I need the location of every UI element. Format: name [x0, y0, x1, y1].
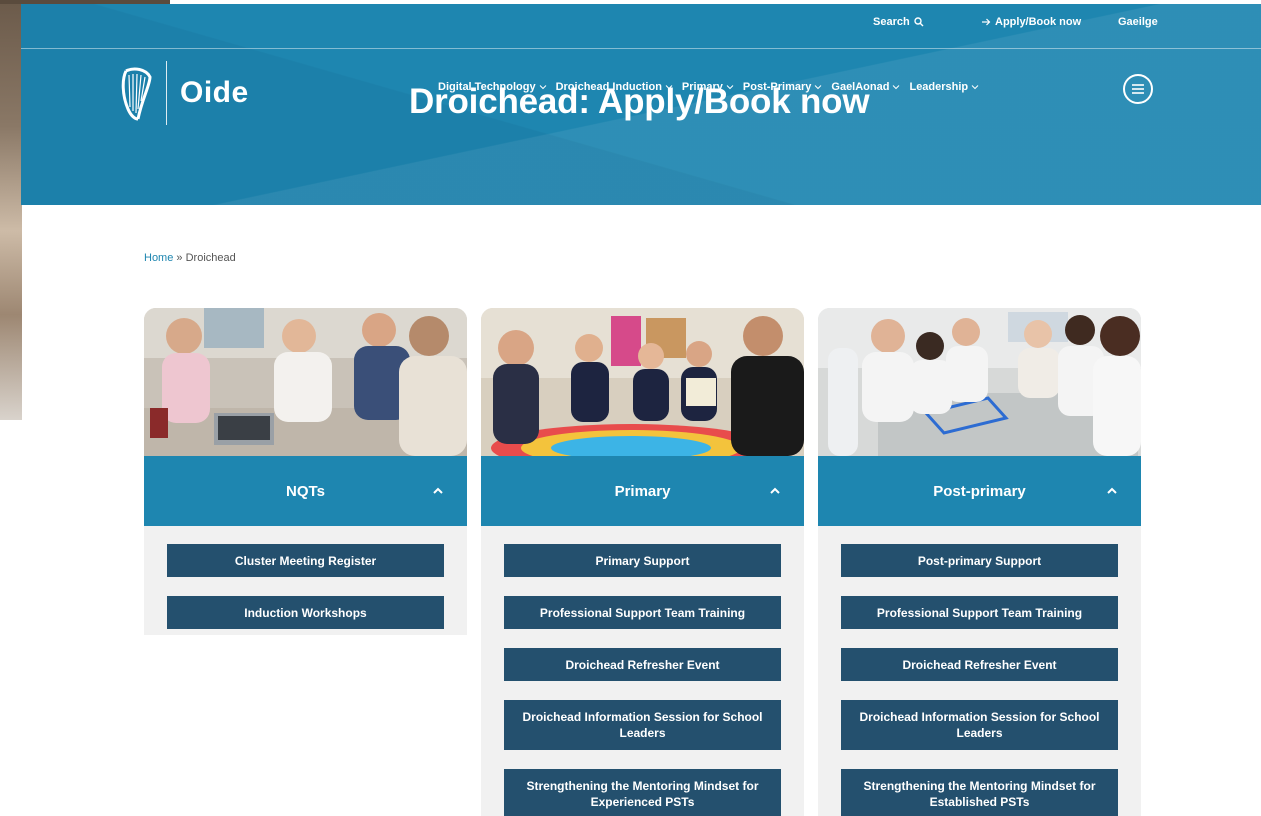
- cluster-meeting-register-button[interactable]: Cluster Meeting Register: [167, 544, 444, 577]
- card-title: NQTs: [286, 482, 325, 500]
- mentoring-mindset-experienced-psts-button[interactable]: Strengthening the Mentoring Mindset for …: [504, 769, 781, 816]
- search-link[interactable]: Search: [873, 16, 924, 28]
- information-session-school-leaders-button[interactable]: Droichead Information Session for School…: [504, 700, 781, 750]
- chevron-down-icon: [815, 85, 822, 90]
- arrow-right-icon: [982, 18, 991, 26]
- language-link[interactable]: Gaeilge: [1118, 16, 1158, 28]
- logo-divider: [166, 61, 167, 125]
- primary-support-button[interactable]: Primary Support: [504, 544, 781, 577]
- induction-workshops-button[interactable]: Induction Workshops: [167, 596, 444, 629]
- chevron-up-icon: [770, 487, 780, 494]
- card-photo-post-primary: [818, 308, 1141, 456]
- search-icon: [914, 17, 924, 27]
- information-session-school-leaders-button[interactable]: Droichead Information Session for School…: [841, 700, 1118, 750]
- card-body-nqts: Cluster Meeting Register Induction Works…: [144, 526, 467, 635]
- card-primary: Primary Primary Support Professional Sup…: [481, 308, 804, 816]
- chevron-up-icon: [1107, 487, 1117, 494]
- card-title: Primary: [614, 482, 671, 500]
- hamburger-menu-icon: [1132, 84, 1144, 94]
- chevron-up-icon: [433, 487, 443, 494]
- breadcrumb: Home » Droichead: [144, 252, 236, 264]
- card-body-primary: Primary Support Professional Support Tea…: [481, 526, 804, 816]
- post-primary-support-button[interactable]: Post-primary Support: [841, 544, 1118, 577]
- card-photo-primary: [481, 308, 804, 456]
- site-header: Search Apply/Book now Gaeilge Oide Droic…: [21, 4, 1261, 205]
- logo-text: Oide: [180, 76, 249, 109]
- search-label: Search: [873, 16, 910, 28]
- card-title: Post-primary: [933, 482, 1026, 500]
- nav-item-droichead-induction[interactable]: Droichead Induction: [556, 81, 673, 93]
- professional-support-team-training-button[interactable]: Professional Support Team Training: [841, 596, 1118, 629]
- chevron-down-icon: [539, 85, 546, 90]
- chevron-down-icon: [893, 85, 900, 90]
- utility-bar: Search Apply/Book now Gaeilge: [21, 4, 1261, 49]
- apply-book-link[interactable]: Apply/Book now: [981, 16, 1081, 28]
- teachers-meeting-photo: [144, 308, 467, 456]
- nav-item-gaelaonad[interactable]: GaelAonad: [831, 81, 900, 93]
- main-nav: Digital Technology Droichead Induction P…: [438, 81, 979, 93]
- card-header-primary[interactable]: Primary: [481, 456, 804, 526]
- nav-item-post-primary[interactable]: Post-Primary: [743, 81, 822, 93]
- students-classroom-photo: [818, 308, 1141, 456]
- mentoring-mindset-established-psts-button[interactable]: Strengthening the Mentoring Mindset for …: [841, 769, 1118, 816]
- nav-item-primary[interactable]: Primary: [682, 81, 734, 93]
- chevron-down-icon: [726, 85, 734, 90]
- chevron-down-icon: [971, 85, 979, 90]
- nav-item-digital-technology[interactable]: Digital Technology: [438, 81, 547, 93]
- background-photo: [0, 0, 22, 420]
- card-photo-nqts: [144, 308, 467, 456]
- page: Search Apply/Book now Gaeilge Oide Droic…: [0, 0, 1261, 816]
- breadcrumb-home-link[interactable]: Home: [144, 252, 173, 264]
- nav-item-leadership[interactable]: Leadership: [909, 81, 979, 93]
- card-post-primary: Post-primary Post-primary Support Profes…: [818, 308, 1141, 816]
- classroom-children-photo: [481, 308, 804, 456]
- droichead-refresher-event-button[interactable]: Droichead Refresher Event: [504, 648, 781, 681]
- chevron-down-icon: [665, 85, 673, 90]
- droichead-refresher-event-button[interactable]: Droichead Refresher Event: [841, 648, 1118, 681]
- menu-button[interactable]: [1123, 74, 1153, 104]
- card-nqts: NQTs Cluster Meeting Register Induction …: [144, 308, 467, 635]
- site-logo[interactable]: Oide: [120, 60, 249, 126]
- card-body-post-primary: Post-primary Support Professional Suppor…: [818, 526, 1141, 816]
- harp-logo-icon: [121, 67, 152, 121]
- apply-book-label: Apply/Book now: [995, 16, 1082, 28]
- breadcrumb-current: Droichead: [185, 252, 236, 264]
- breadcrumb-separator: »: [176, 252, 183, 264]
- card-header-post-primary[interactable]: Post-primary: [818, 456, 1141, 526]
- professional-support-team-training-button[interactable]: Professional Support Team Training: [504, 596, 781, 629]
- card-header-nqts[interactable]: NQTs: [144, 456, 467, 526]
